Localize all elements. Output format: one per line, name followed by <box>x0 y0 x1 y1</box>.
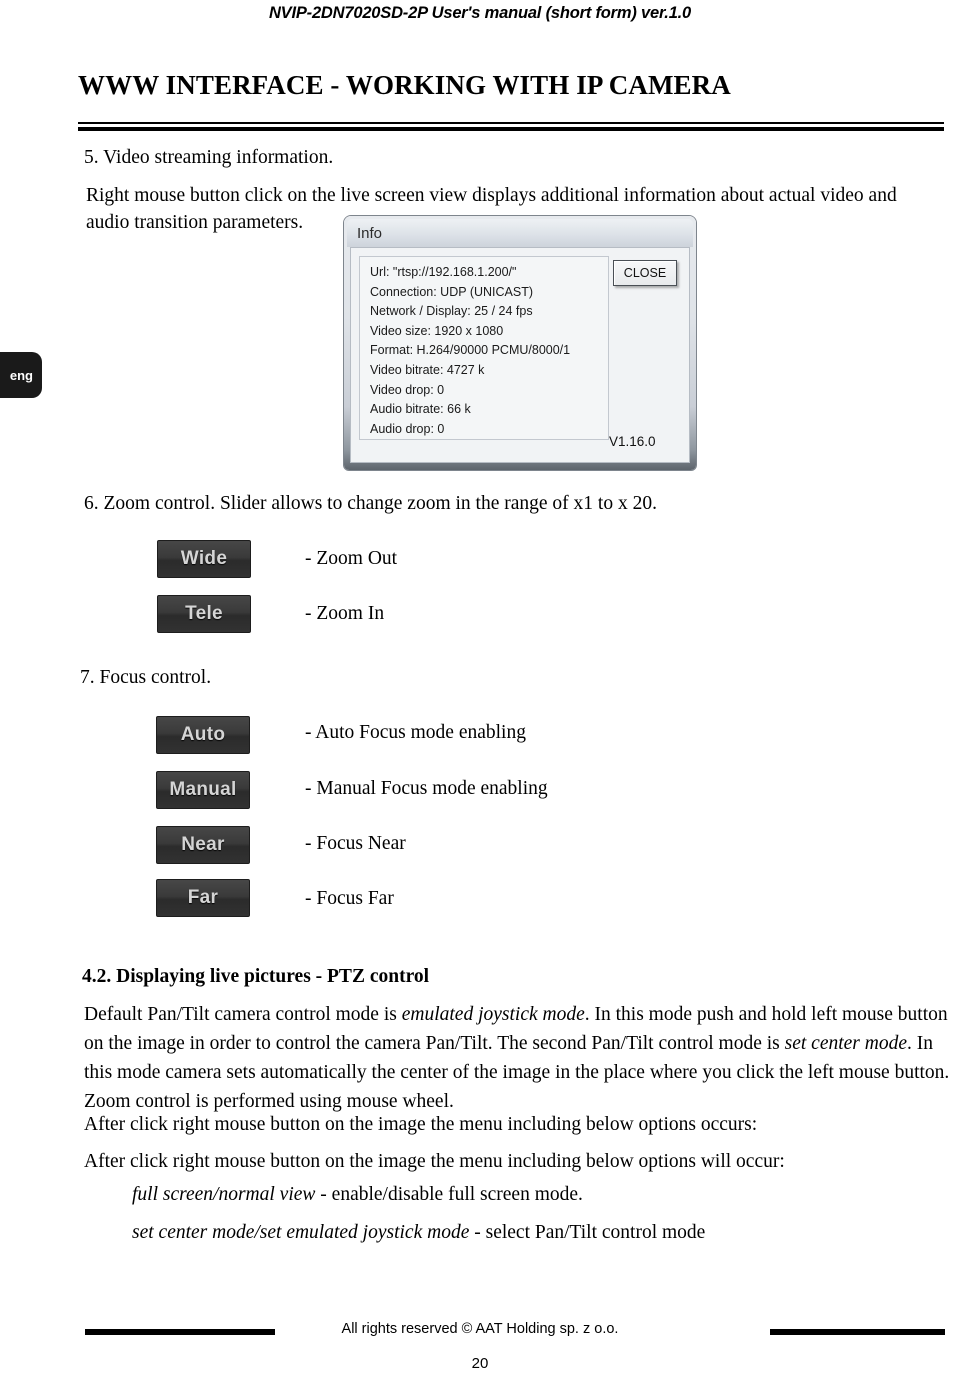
info-line-video-bitrate: Video bitrate: 4727 k <box>370 362 485 377</box>
focus-far-description: - Focus Far <box>305 888 394 909</box>
language-tab-eng[interactable]: eng <box>0 352 42 398</box>
manual-focus-button[interactable]: Manual <box>156 771 250 809</box>
info-line-video-drop: Video drop: 0 <box>370 382 445 397</box>
language-tab-label: eng <box>9 367 33 383</box>
wide-button[interactable]: Wide <box>157 540 251 578</box>
manual-focus-description: - Manual Focus mode enabling <box>305 778 548 799</box>
info-dialog-titlebar: Info <box>347 219 693 247</box>
info-line-format: Format: H.264/90000 PCMU/8000/1 <box>370 343 571 358</box>
info-stream-details-list: Url: "rtsp://192.168.1.200/" Connection:… <box>359 256 609 440</box>
tele-button-label: Tele <box>185 603 223 624</box>
section-42-heading: 4.2. Displaying live pictures - PTZ cont… <box>82 966 430 987</box>
section-42-paragraph-1: Default Pan/Tilt camera control mode is … <box>84 1000 950 1116</box>
ptz-option-1-italic: full screen/normal view <box>132 1184 316 1205</box>
section-5-heading: 5. Video streaming information. <box>84 147 334 168</box>
focus-far-button[interactable]: Far <box>156 879 250 917</box>
manual-focus-button-label: Manual <box>169 779 237 800</box>
focus-near-button-label: Near <box>181 834 225 855</box>
page-number: 20 <box>471 1355 489 1372</box>
auto-focus-button-label: Auto <box>180 724 226 745</box>
wide-button-description: - Zoom Out <box>305 548 398 569</box>
focus-near-description: - Focus Near <box>305 833 406 854</box>
info-line-video-size: Video size: 1920 x 1080 <box>370 323 504 338</box>
focus-near-button[interactable]: Near <box>156 826 250 864</box>
section-42-paragraph-3: After click right mouse button on the im… <box>84 1151 785 1172</box>
auto-focus-button[interactable]: Auto <box>156 716 250 754</box>
info-dialog-title: Info <box>357 224 383 242</box>
section-5-paragraph-line2: audio transition parameters. <box>86 212 304 233</box>
section-5-paragraph-line1: Right mouse button click on the live scr… <box>86 185 897 206</box>
info-line-audio-bitrate: Audio bitrate: 66 k <box>370 402 471 417</box>
close-button[interactable]: CLOSE <box>613 260 677 286</box>
title-rule-thick <box>78 127 944 131</box>
tele-button[interactable]: Tele <box>157 595 251 633</box>
footer-copyright: All rights reserved © AAT Holding sp. z … <box>341 1321 619 1337</box>
ptz-menu-option-fullscreen: full screen/normal view - enable/disable… <box>132 1184 583 1206</box>
tele-button-description: - Zoom In <box>305 603 385 624</box>
info-line-network-display: Network / Display: 25 / 24 fps <box>370 304 533 319</box>
ptz-para1-italic-emulated-joystick: emulated joystick mode <box>401 1004 585 1025</box>
ptz-para1-a: Default Pan/Tilt camera control mode is <box>84 1004 402 1025</box>
ptz-option-2-italic: set center mode/set emulated joystick mo… <box>132 1222 470 1243</box>
focus-far-button-label: Far <box>187 887 219 908</box>
section-42-paragraph-2: After click right mouse button on the im… <box>84 1114 758 1135</box>
info-dialog: Info Url: "rtsp://192.168.1.200/" Connec… <box>344 216 696 470</box>
section-6-heading: 6. Zoom control. Slider allows to change… <box>84 493 657 514</box>
ptz-menu-option-setcenter: set center mode/set emulated joystick mo… <box>132 1222 705 1244</box>
info-dialog-body: Url: "rtsp://192.168.1.200/" Connection:… <box>350 247 690 463</box>
ptz-para1-italic-set-center: set center mode <box>784 1033 908 1054</box>
info-line-url: Url: "rtsp://192.168.1.200/" <box>370 265 517 279</box>
info-line-connection: Connection: UDP (UNICAST) <box>370 284 534 299</box>
running-header: NVIP-2DN7020SD-2P User's manual (short f… <box>268 4 692 22</box>
document-page: NVIP-2DN7020SD-2P User's manual (short f… <box>0 0 960 1385</box>
close-button-label: CLOSE <box>623 266 667 280</box>
info-version-label: V1.16.0 <box>609 434 656 449</box>
ptz-option-1-rest: - enable/disable full screen mode. <box>315 1184 583 1205</box>
page-title: WWW INTERFACE - WORKING WITH IP CAMERA <box>78 70 731 100</box>
ptz-option-2-rest: - select Pan/Tilt control mode <box>469 1222 706 1243</box>
title-rule-thin <box>78 122 944 124</box>
section-7-heading: 7. Focus control. <box>80 667 212 688</box>
info-line-audio-drop: Audio drop: 0 <box>370 421 445 436</box>
auto-focus-description: - Auto Focus mode enabling <box>305 722 526 743</box>
wide-button-label: Wide <box>180 548 228 569</box>
